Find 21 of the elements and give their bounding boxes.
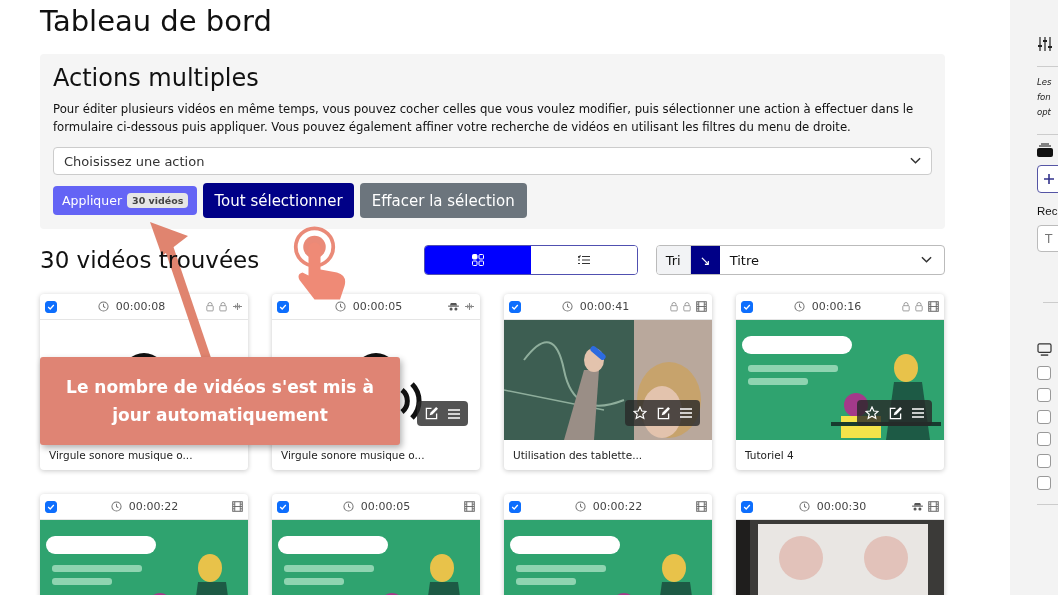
panel-description: Pour éditer plusieurs vidéos en même temps, vous pouvez cocher celles que vous voulez modifier, puis sélectionner une action à effectuer dans le formulaire ci-dessous puis appliquer. Vous pouvez également affiner votre recherche de vidéos en utilisant les filtres du menu de droite. [53, 101, 915, 136]
page-title: Tableau de bord [40, 4, 273, 38]
video-title: Virgule sonore musique o... [48, 448, 194, 463]
duration: 00:00:05 [360, 500, 411, 513]
video-title: Virgule sonore musique o... [280, 448, 426, 463]
duration: 00:00:05 [352, 300, 403, 313]
tutorial-tooltip: Le nombre de vidéos s'est mis à jour automatiquement [40, 357, 400, 445]
sidebar-intro-text: fon [1037, 91, 1052, 104]
video-title: Utilisation des tablette... [512, 448, 644, 463]
video-title: Tutoriel 4 [744, 448, 795, 463]
duration: 00:00:22 [128, 500, 179, 513]
search-label: Rec [1037, 205, 1058, 217]
count-badge: 30 vidéos [127, 193, 189, 208]
duration: 00:00:30 [816, 500, 867, 513]
duration: 00:00:16 [811, 300, 862, 313]
sidebar-intro-text: Les [1037, 76, 1053, 89]
duration: 00:00:41 [579, 300, 630, 313]
sidebar-intro-text: opt [1037, 106, 1052, 119]
duration: 00:00:08 [115, 300, 166, 313]
panel-title: Actions multiples [53, 64, 260, 92]
duration: 00:00:22 [592, 500, 643, 513]
